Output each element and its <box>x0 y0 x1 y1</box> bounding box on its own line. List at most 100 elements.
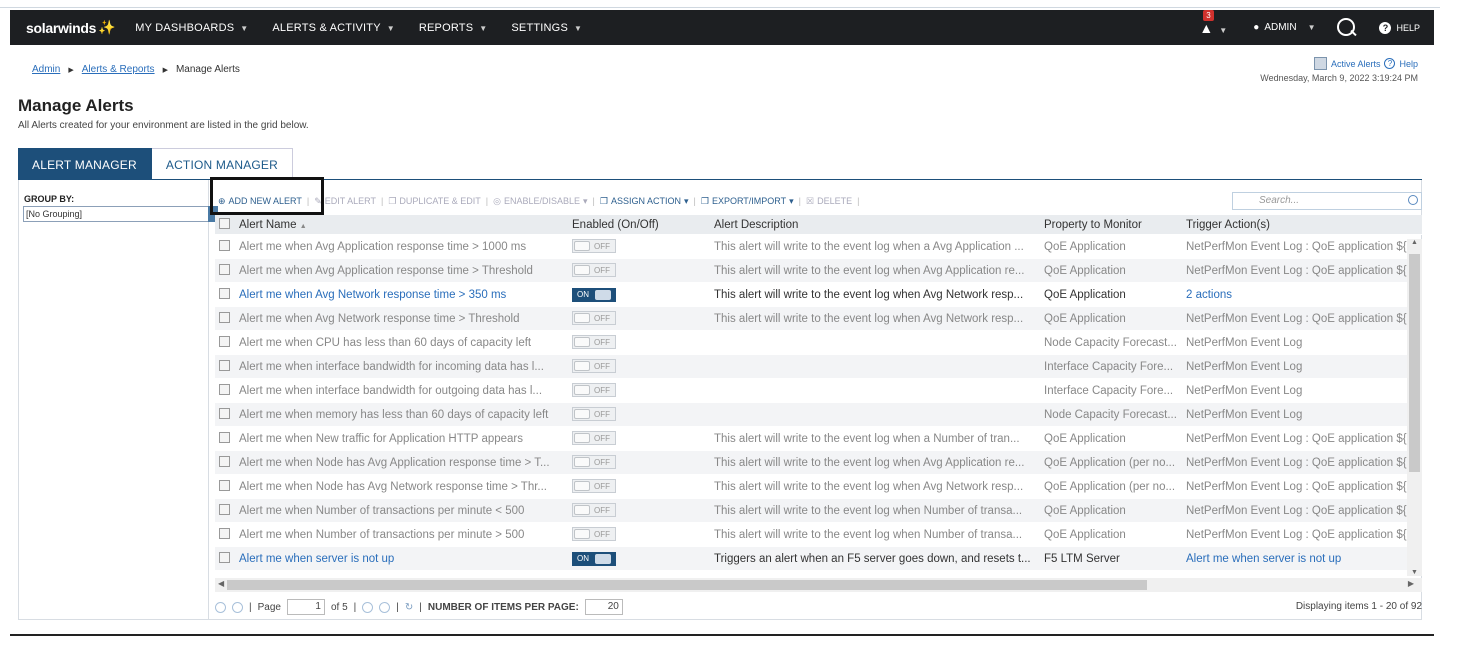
enabled-toggle[interactable]: OFF <box>572 527 616 541</box>
alert-name[interactable]: Alert me when Avg Network response time … <box>239 313 572 325</box>
table-row[interactable]: Alert me when Number of transactions per… <box>215 499 1422 523</box>
enabled-toggle[interactable]: OFF <box>572 455 616 469</box>
table-row[interactable]: Alert me when Avg Network response time … <box>215 283 1422 307</box>
alert-name[interactable]: Alert me when Avg Application response t… <box>239 241 572 253</box>
row-checkbox[interactable] <box>219 335 230 347</box>
scroll-down-icon[interactable]: ▼ <box>1411 569 1418 576</box>
table-row[interactable]: Alert me when interface bandwidth for ou… <box>215 379 1422 403</box>
row-checkbox[interactable] <box>219 287 230 299</box>
tab-alert-manager[interactable]: ALERT MANAGER <box>18 148 152 180</box>
last-page-icon[interactable] <box>379 601 391 613</box>
enabled-toggle[interactable]: OFF <box>572 311 616 325</box>
alert-name[interactable]: Alert me when server is not up <box>239 553 572 565</box>
alert-name[interactable]: Alert me when Node has Avg Network respo… <box>239 481 572 493</box>
export-import-button[interactable]: ❐ EXPORT/IMPORT ▾ <box>698 196 797 207</box>
breadcrumb-alerts-reports[interactable]: Alerts & Reports <box>82 64 155 75</box>
row-checkbox[interactable] <box>219 239 230 251</box>
alert-name[interactable]: Alert me when CPU has less than 60 days … <box>239 337 572 349</box>
help-button[interactable]: ? HELP <box>1379 21 1420 34</box>
row-checkbox[interactable] <box>219 359 230 371</box>
search-input[interactable]: Search... <box>1232 192 1422 210</box>
prev-page-icon[interactable] <box>232 601 243 613</box>
enabled-toggle[interactable]: ON <box>572 551 616 566</box>
scroll-up-icon[interactable]: ▲ <box>1411 239 1418 246</box>
alert-name[interactable]: Alert me when Node has Avg Application r… <box>239 457 572 469</box>
col-trigger[interactable]: Trigger Action(s) <box>1186 219 1422 231</box>
alert-name[interactable]: Alert me when Number of transactions per… <box>239 505 572 517</box>
alert-name[interactable]: Alert me when memory has less than 60 da… <box>239 409 572 421</box>
duplicate-edit-button[interactable]: ❐ DUPLICATE & EDIT <box>385 196 483 207</box>
table-row[interactable]: Alert me when Number of transactions per… <box>215 523 1422 547</box>
row-checkbox[interactable] <box>219 407 230 419</box>
row-checkbox[interactable] <box>219 527 230 539</box>
alert-name[interactable]: Alert me when New traffic for Applicatio… <box>239 433 572 445</box>
page-input[interactable]: 1 <box>286 599 325 615</box>
row-checkbox[interactable] <box>219 383 230 395</box>
admin-menu[interactable]: ● ADMIN ▼ <box>1253 22 1315 33</box>
col-enabled[interactable]: Enabled (On/Off) <box>572 219 714 231</box>
row-checkbox[interactable] <box>219 503 230 515</box>
refresh-icon[interactable]: ↻ <box>405 602 413 613</box>
trigger-actions[interactable]: Alert me when server is not up <box>1186 553 1422 565</box>
enable-disable-button[interactable]: ◎ ENABLE/DISABLE ▾ <box>490 196 590 207</box>
table-row[interactable]: Alert me when interface bandwidth for in… <box>215 355 1422 379</box>
enabled-toggle[interactable]: OFF <box>572 407 616 421</box>
horizontal-scrollbar[interactable]: ◀ ▶ <box>215 578 1422 592</box>
next-page-icon[interactable] <box>362 601 374 613</box>
row-checkbox[interactable] <box>219 431 230 443</box>
row-checkbox[interactable] <box>219 455 230 467</box>
alert-name[interactable]: Alert me when Avg Network response time … <box>239 289 572 301</box>
group-by-select[interactable]: [No Grouping] <box>23 206 218 222</box>
table-row[interactable]: Alert me when CPU has less than 60 days … <box>215 331 1422 355</box>
nav-alerts-activity[interactable]: ALERTS & ACTIVITY ▼ <box>272 22 394 34</box>
col-property[interactable]: Property to Monitor <box>1044 219 1186 231</box>
table-row[interactable]: Alert me when Node has Avg Application r… <box>215 451 1422 475</box>
alert-name[interactable]: Alert me when Number of transactions per… <box>239 529 572 541</box>
delete-button[interactable]: ☒ DELETE <box>803 196 855 207</box>
alert-name[interactable]: Alert me when interface bandwidth for in… <box>239 361 572 373</box>
active-alerts-link[interactable]: Active Alerts <box>1331 59 1381 69</box>
nav-settings[interactable]: SETTINGS ▼ <box>511 22 582 34</box>
row-checkbox[interactable] <box>219 311 230 323</box>
scroll-thumb[interactable] <box>1409 254 1420 472</box>
col-alert-name[interactable]: Alert Name ▲ <box>239 219 572 231</box>
help-link[interactable]: Help <box>1399 59 1418 69</box>
enabled-toggle[interactable]: OFF <box>572 431 616 445</box>
trigger-actions[interactable]: 2 actions <box>1186 289 1422 301</box>
items-per-page-input[interactable]: 20 <box>584 599 623 615</box>
assign-action-button[interactable]: ❐ ASSIGN ACTION ▾ <box>597 196 692 207</box>
scroll-left-icon[interactable]: ◀ <box>218 579 224 588</box>
scroll-right-icon[interactable]: ▶ <box>1408 579 1414 588</box>
scroll-thumb[interactable] <box>227 580 1147 590</box>
enabled-toggle[interactable]: OFF <box>572 383 616 397</box>
nav-my-dashboards[interactable]: MY DASHBOARDS ▼ <box>135 22 248 34</box>
vertical-scrollbar[interactable]: ▲ ▼ <box>1407 239 1422 576</box>
enabled-toggle[interactable]: OFF <box>572 479 616 493</box>
enabled-toggle[interactable]: OFF <box>572 335 616 349</box>
nav-reports[interactable]: REPORTS ▼ <box>419 22 488 34</box>
enabled-toggle[interactable]: OFF <box>572 239 616 253</box>
col-description[interactable]: Alert Description <box>714 219 1044 231</box>
alert-name[interactable]: Alert me when interface bandwidth for ou… <box>239 385 572 397</box>
table-row[interactable]: Alert me when Avg Application response t… <box>215 259 1422 283</box>
table-row[interactable]: Alert me when Node has Avg Network respo… <box>215 475 1422 499</box>
notifications-button[interactable]: 3 ▲ ▼ <box>1193 9 1233 36</box>
alert-name[interactable]: Alert me when Avg Application response t… <box>239 265 572 277</box>
first-page-icon[interactable] <box>215 601 226 613</box>
breadcrumb-admin[interactable]: Admin <box>32 64 60 75</box>
table-row[interactable]: Alert me when server is not up ON Triggers… <box>215 547 1422 571</box>
select-all-checkbox[interactable] <box>219 217 230 229</box>
solarwinds-logo[interactable]: solarwinds ✨ <box>10 19 116 36</box>
row-checkbox[interactable] <box>219 479 230 491</box>
search-icon[interactable] <box>1335 16 1359 40</box>
tab-action-manager[interactable]: ACTION MANAGER <box>151 148 294 180</box>
enabled-toggle[interactable]: OFF <box>572 503 616 517</box>
table-row[interactable]: Alert me when Avg Network response time … <box>215 307 1422 331</box>
enabled-toggle[interactable]: OFF <box>572 359 616 373</box>
table-row[interactable]: Alert me when memory has less than 60 da… <box>215 403 1422 427</box>
row-checkbox[interactable] <box>219 551 230 563</box>
enabled-toggle[interactable]: OFF <box>572 263 616 277</box>
table-row[interactable]: Alert me when Avg Application response t… <box>215 235 1422 259</box>
row-checkbox[interactable] <box>219 263 230 275</box>
table-row[interactable]: Alert me when New traffic for Applicatio… <box>215 427 1422 451</box>
